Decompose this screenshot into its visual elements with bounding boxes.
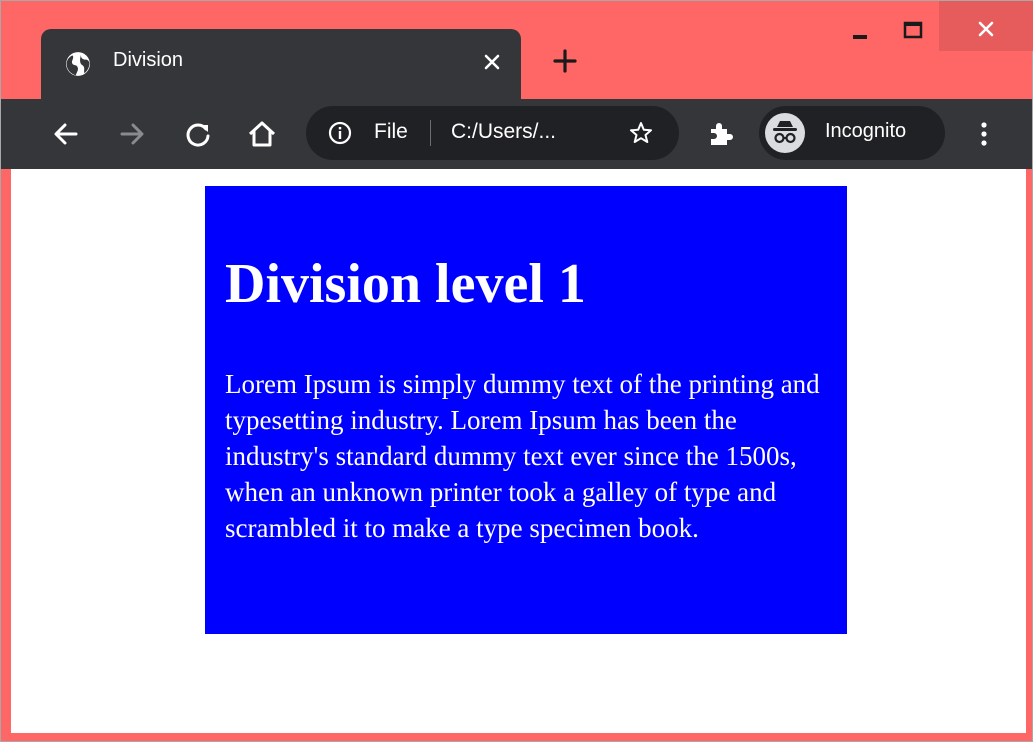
minimize-button[interactable] [839, 1, 885, 51]
maximize-icon [903, 21, 923, 39]
profile-label: Incognito [825, 120, 907, 142]
url-scheme: File [374, 120, 408, 143]
browser-toolbar: File C:/Users/... Incognito [1, 99, 1032, 169]
plus-icon[interactable] [551, 47, 579, 75]
reload-icon[interactable] [181, 117, 215, 151]
browser-window: Division File C:/Users/... Incognito Div… [0, 0, 1033, 742]
profile-button[interactable]: Incognito [759, 106, 945, 160]
minimize-icon [853, 35, 867, 39]
globe-icon [66, 52, 90, 76]
division-heading: Division level 1 [225, 253, 586, 315]
star-icon[interactable] [628, 120, 654, 146]
incognito-icon [773, 121, 797, 144]
url-text[interactable]: C:/Users/... [451, 120, 556, 144]
close-icon[interactable] [481, 51, 503, 73]
info-icon[interactable] [328, 121, 352, 145]
address-bar[interactable]: File C:/Users/... [306, 106, 679, 160]
close-icon [978, 21, 994, 37]
extensions-icon[interactable] [703, 117, 737, 151]
back-icon[interactable] [49, 117, 83, 151]
active-tab[interactable]: Division [41, 29, 521, 99]
forward-icon[interactable] [115, 117, 149, 151]
tab-title: Division [113, 49, 184, 71]
omnibox-separator [430, 120, 431, 146]
title-bar: Division [1, 1, 1033, 101]
division-level-1: Division level 1 Lorem Ipsum is simply d… [205, 186, 847, 634]
window-close-button[interactable] [939, 1, 1033, 51]
home-icon[interactable] [245, 117, 279, 151]
more-icon[interactable] [967, 117, 1001, 151]
division-paragraph: Lorem Ipsum is simply dummy text of the … [225, 369, 820, 543]
avatar [765, 113, 805, 153]
maximize-button[interactable] [889, 1, 935, 51]
page-viewport: Division level 1 Lorem Ipsum is simply d… [11, 169, 1026, 733]
